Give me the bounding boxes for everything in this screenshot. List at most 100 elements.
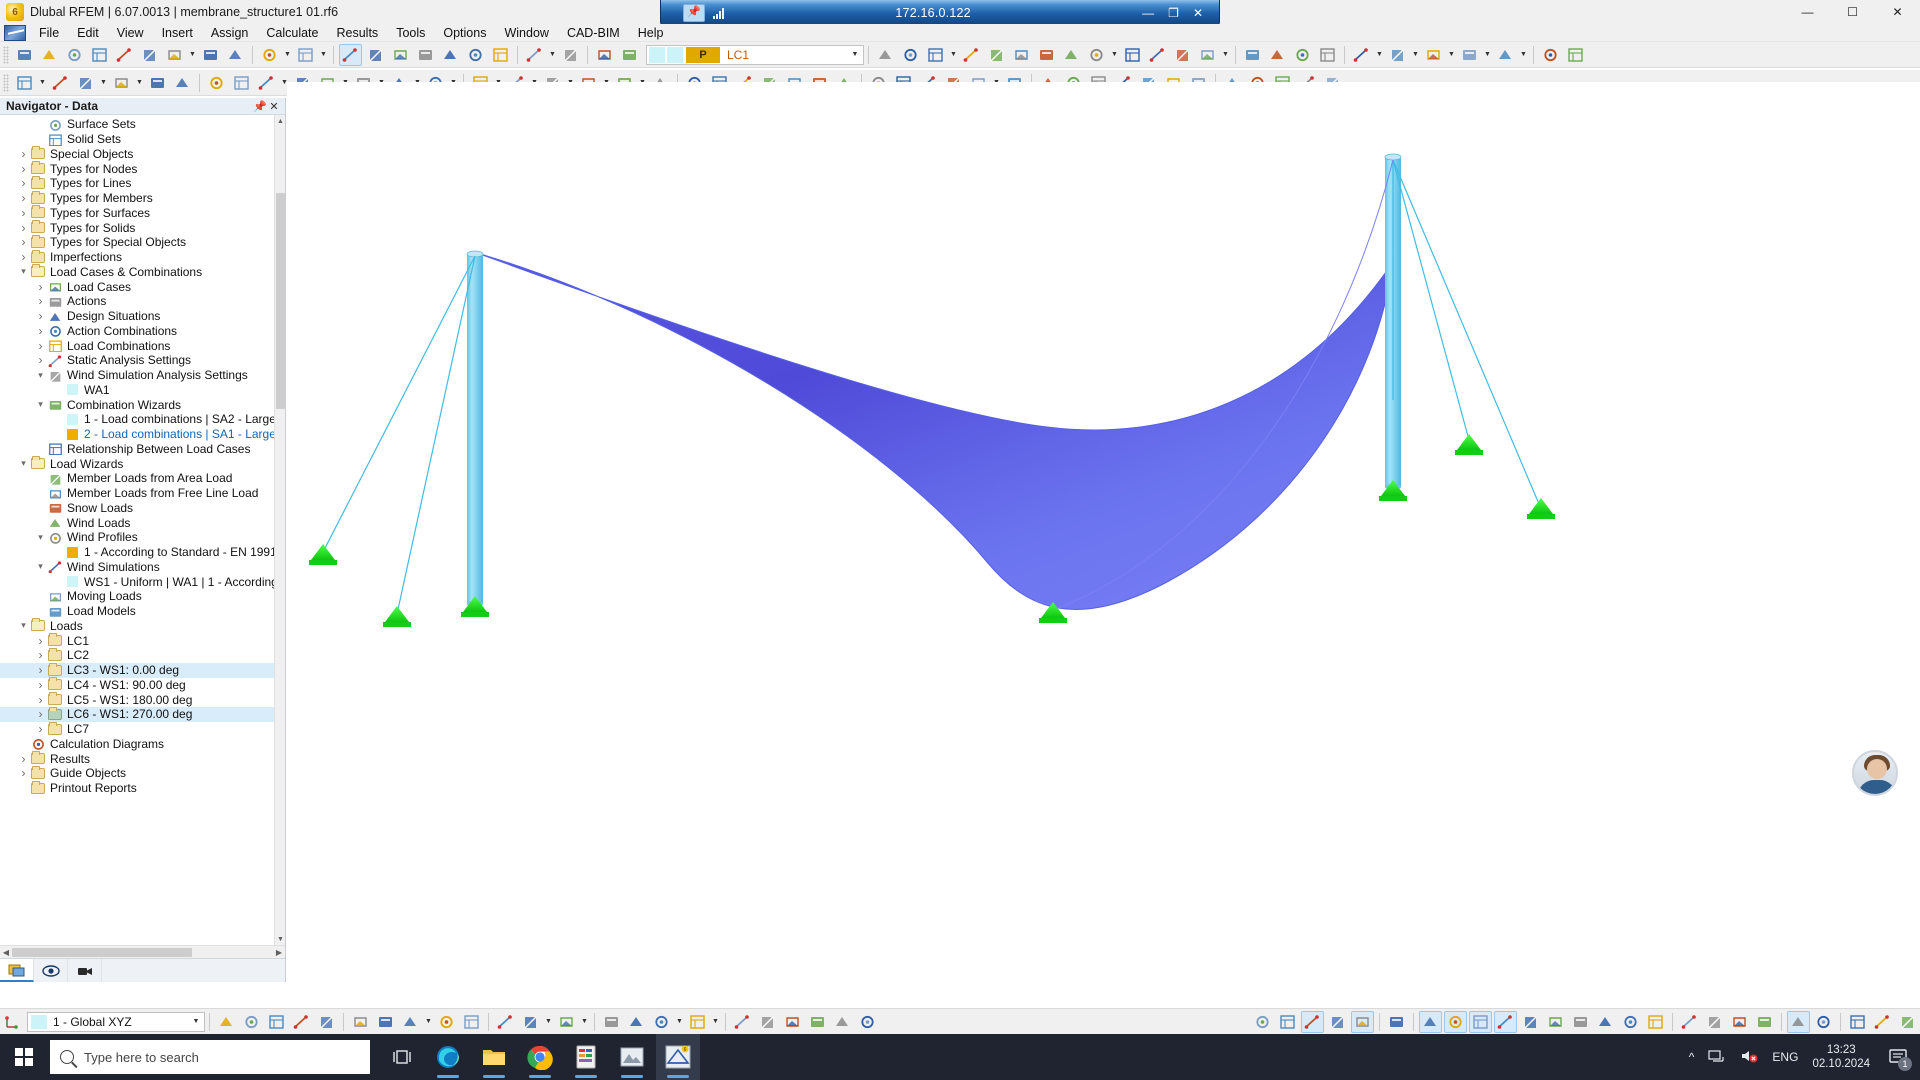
taskbar-app-image-viewer[interactable] — [610, 1034, 654, 1080]
rdp-close-button[interactable]: ✕ — [1193, 7, 1203, 19]
plane-toggle-icon[interactable] — [856, 1011, 879, 1033]
chevron-down-icon[interactable] — [34, 399, 47, 410]
grid-star-icon[interactable] — [1326, 1011, 1349, 1033]
raster-snap-icon[interactable] — [1419, 1010, 1442, 1033]
tree-item[interactable]: Member Loads from Area Load — [0, 471, 285, 486]
dots-icon[interactable] — [1753, 1011, 1776, 1033]
tree-item[interactable]: Printout Reports — [0, 780, 285, 796]
hatch-3-icon[interactable] — [1728, 1011, 1751, 1033]
refresh-cancel-icon[interactable] — [1241, 44, 1264, 66]
orange-grid-icon[interactable] — [1539, 44, 1562, 66]
grid-add-icon[interactable] — [1276, 1011, 1299, 1033]
view-out-icon[interactable] — [618, 44, 641, 66]
chevron-right-icon[interactable] — [17, 250, 30, 264]
axis-symbol-icon[interactable] — [460, 1011, 483, 1033]
print-preview-icon[interactable] — [138, 44, 161, 66]
result-point-icon[interactable] — [1010, 44, 1033, 66]
tree-item[interactable]: Load Cases & Combinations — [0, 264, 285, 280]
chevron-right-icon[interactable] — [34, 648, 47, 662]
pin-icon[interactable]: 📌 — [683, 3, 705, 22]
chevron-down-icon[interactable]: ▼ — [318, 44, 329, 66]
tree-item[interactable]: Combination Wizards — [0, 397, 285, 412]
tree-item[interactable]: Solid Sets — [0, 132, 285, 147]
menu-calculate[interactable]: Calculate — [257, 24, 327, 42]
scrollbar-thumb[interactable] — [12, 947, 192, 957]
x-box-icon[interactable] — [1519, 1011, 1542, 1033]
result-value-icon[interactable] — [960, 44, 983, 66]
close-icon[interactable]: ✕ — [267, 99, 281, 113]
tree-item[interactable]: WA1 — [0, 383, 285, 398]
chevron-right-icon[interactable] — [34, 280, 47, 294]
rdp-minimize-button[interactable]: — — [1142, 7, 1154, 19]
taskbar-clock[interactable]: 13:23 02.10.2024 — [1812, 1043, 1870, 1071]
delete-results-icon[interactable] — [924, 44, 947, 66]
line-dim-icon[interactable] — [74, 72, 97, 94]
chevron-down-icon[interactable]: ▼ — [547, 44, 558, 66]
line-snap-icon[interactable] — [1569, 1011, 1592, 1033]
tree-item[interactable]: Load Wizards — [0, 456, 285, 471]
tree-item[interactable]: Surface Sets — [0, 117, 285, 132]
table-detail-icon[interactable] — [464, 44, 487, 66]
scroll-down-icon[interactable]: ▼ — [275, 933, 285, 945]
table-grid-icon[interactable] — [364, 44, 387, 66]
tree-item[interactable]: Action Combinations — [0, 324, 285, 339]
printout-report-icon[interactable] — [199, 44, 222, 66]
scroll-left-icon[interactable]: ◀ — [0, 948, 12, 957]
language-indicator[interactable]: ENG — [1772, 1050, 1798, 1064]
chevron-down-icon[interactable]: ▼ — [1374, 44, 1385, 66]
taskbar-app-dlubal-rfem[interactable]: 6 — [656, 1034, 700, 1080]
tree-item[interactable]: Load Cases — [0, 279, 285, 294]
tree-item[interactable]: Relationship Between Load Cases — [0, 442, 285, 457]
tree-item[interactable]: 1 - Load combinations | SA2 - Large defo… — [0, 412, 285, 427]
tree-item[interactable]: Wind Profiles — [0, 530, 285, 545]
line-icon[interactable] — [49, 72, 72, 94]
taskbar-search-input[interactable]: Type here to search — [50, 1040, 370, 1074]
tree-item[interactable]: Types for Surfaces — [0, 205, 285, 221]
xxx-value-icon[interactable] — [985, 44, 1008, 66]
hatch-2-icon[interactable] — [1703, 1011, 1726, 1033]
tree-item[interactable]: Static Analysis Settings — [0, 353, 285, 368]
tree-item[interactable]: Guide Objects — [0, 765, 285, 781]
chevron-up-icon[interactable]: ^ — [1689, 1050, 1695, 1064]
ruler-icon[interactable] — [1871, 1011, 1894, 1033]
chevron-right-icon[interactable] — [34, 634, 47, 648]
layer-grid-icon[interactable] — [374, 1011, 397, 1033]
taskbar-app-spreadsheet[interactable] — [564, 1034, 608, 1080]
nodal-support-icon[interactable] — [205, 72, 228, 94]
next-case-icon[interactable] — [899, 44, 922, 66]
perpendicular-icon[interactable] — [650, 1011, 673, 1033]
console-icon[interactable] — [414, 44, 437, 66]
view-front-icon[interactable] — [1422, 44, 1445, 66]
mirror-object-icon[interactable] — [315, 1011, 338, 1033]
chevron-right-icon[interactable] — [34, 294, 47, 308]
surface-result-icon[interactable] — [1121, 44, 1144, 66]
tree-item[interactable]: Design Situations — [0, 309, 285, 324]
save-all-icon[interactable] — [88, 44, 111, 66]
corner-icon[interactable] — [1385, 1011, 1408, 1033]
chevron-right-icon[interactable] — [17, 766, 30, 780]
tree-item[interactable]: Special Objects — [0, 146, 285, 162]
dim-xx-icon[interactable] — [435, 1011, 458, 1033]
print-icon[interactable] — [163, 44, 186, 66]
chevron-down-icon[interactable]: ▼ — [1220, 44, 1231, 66]
select-surface-icon[interactable] — [523, 44, 546, 66]
menu-help[interactable]: Help — [629, 24, 673, 42]
member-icon[interactable] — [110, 72, 133, 94]
open-icon[interactable] — [38, 44, 61, 66]
globe-icon[interactable] — [489, 44, 512, 66]
grid-point-icon[interactable] — [1251, 1011, 1274, 1033]
prev-case-icon[interactable] — [874, 44, 897, 66]
tree-item[interactable]: LC1 — [0, 633, 285, 648]
chevron-down-icon[interactable] — [17, 620, 30, 631]
chevron-down-icon[interactable] — [34, 532, 47, 543]
chevron-right-icon[interactable] — [34, 663, 47, 677]
chevron-right-icon[interactable] — [34, 722, 47, 736]
tree-item[interactable]: Actions — [0, 294, 285, 309]
delete-node-icon[interactable] — [240, 1011, 263, 1033]
tree-item[interactable]: Wind Loads — [0, 515, 285, 530]
scrollbar-thumb[interactable] — [276, 193, 285, 409]
menu-insert[interactable]: Insert — [153, 24, 202, 42]
scrollbar-track[interactable] — [12, 947, 273, 958]
tree-item[interactable]: 1 - According to Standard - EN 1991 | CE… — [0, 545, 285, 560]
coordinate-system-icon[interactable] — [1, 1011, 24, 1033]
